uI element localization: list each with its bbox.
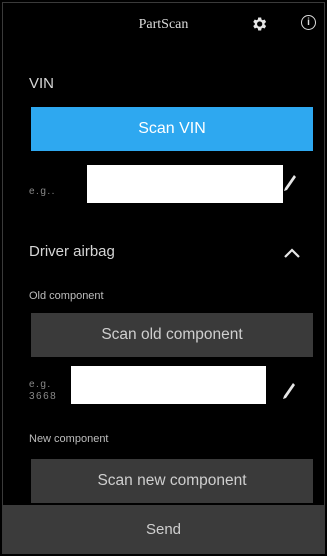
scan-new-component-button[interactable]: Scan new component — [31, 459, 313, 503]
chevron-up-icon[interactable] — [283, 247, 301, 259]
old-component-label: Old component — [29, 290, 104, 302]
vin-placeholder: e.g.. — [29, 186, 56, 197]
scan-old-component-button[interactable]: Scan old component — [31, 313, 313, 357]
old-component-input-field[interactable] — [71, 366, 266, 404]
send-button[interactable]: Send — [3, 505, 324, 553]
driver-airbag-label: Driver airbag — [29, 243, 115, 260]
info-icon[interactable]: i — [301, 15, 316, 30]
pencil-icon[interactable] — [283, 174, 297, 192]
gear-icon[interactable] — [250, 15, 268, 33]
scan-vin-button[interactable]: Scan VIN — [31, 107, 313, 151]
vin-section-label: VIN — [29, 75, 55, 92]
new-component-label: New component — [29, 433, 109, 445]
app-header: PartScan i — [3, 3, 324, 47]
old-component-placeholder: e.g. 3668 — [29, 379, 58, 402]
app-frame: PartScan i VIN Scan VIN e.g.. Driver air… — [2, 2, 325, 554]
app-title: PartScan — [138, 17, 189, 32]
pencil-icon[interactable] — [282, 382, 296, 400]
vin-input-field[interactable] — [87, 165, 283, 203]
